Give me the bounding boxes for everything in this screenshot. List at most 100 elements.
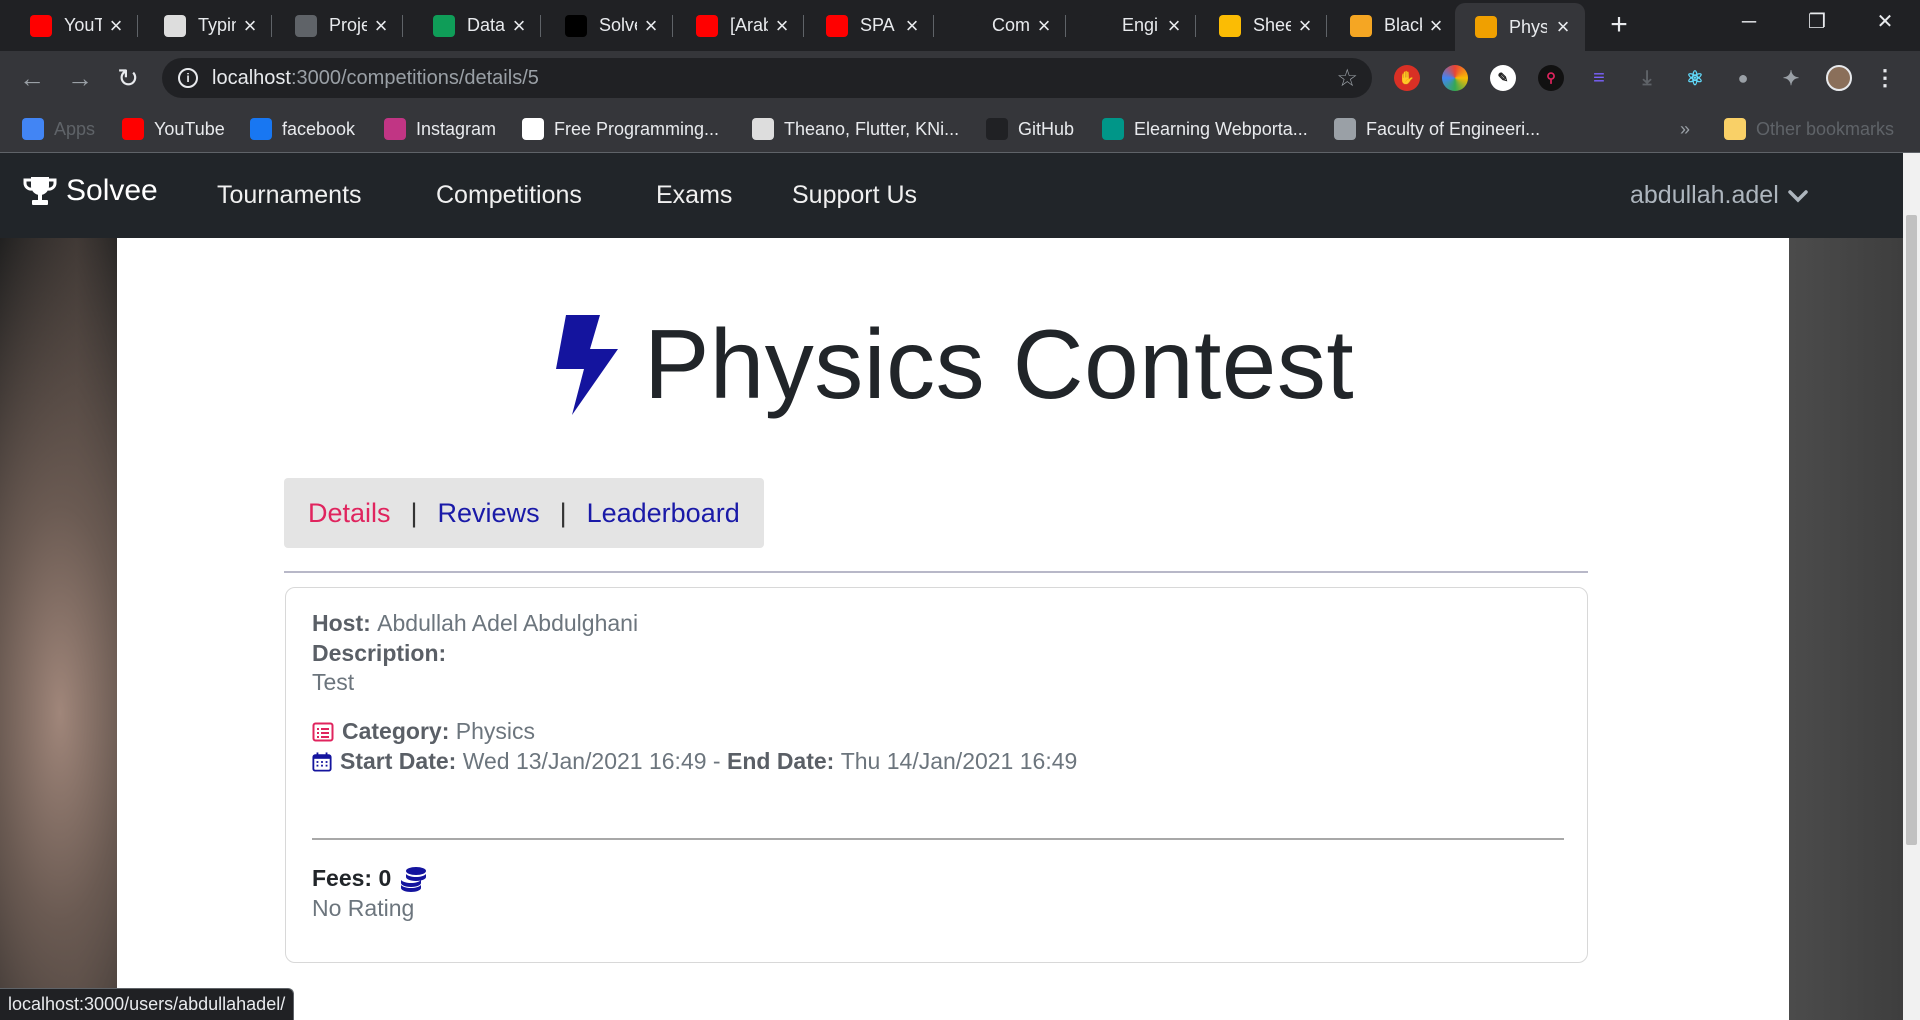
- tab-title: Solve: [599, 15, 637, 35]
- url-text[interactable]: localhost:3000/competitions/details/5: [212, 67, 539, 90]
- user-menu-dropdown[interactable]: abdullah.adel: [1630, 181, 1809, 210]
- browser-tab[interactable]: Com ×: [938, 6, 1066, 45]
- close-window-button[interactable]: ✕: [1850, 0, 1920, 44]
- site-info-icon[interactable]: i: [178, 68, 198, 88]
- adblock-extension-icon[interactable]: ✋: [1394, 65, 1420, 91]
- bookmark-item[interactable]: GitHub: [986, 117, 1074, 141]
- extensions-puzzle-icon[interactable]: ✦: [1778, 65, 1804, 91]
- nav-exams[interactable]: Exams: [656, 181, 732, 210]
- forward-icon[interactable]: →: [64, 62, 96, 94]
- restore-button[interactable]: ❐: [1782, 0, 1852, 44]
- details-card: Host: Abdullah Adel Abdulghani Descripti…: [285, 587, 1588, 963]
- tab-close-icon[interactable]: ×: [238, 13, 262, 38]
- minimize-button[interactable]: ─: [1714, 0, 1784, 44]
- mouse-extension-icon[interactable]: ●: [1730, 65, 1756, 91]
- profile-avatar[interactable]: [1826, 65, 1852, 91]
- tab-close-icon[interactable]: ×: [1551, 15, 1575, 39]
- end-date-label: End Date:: [726, 748, 835, 774]
- host-label: Host:: [312, 610, 371, 636]
- tab-close-icon[interactable]: ×: [639, 13, 663, 38]
- tab-leaderboard[interactable]: Leaderboard: [587, 498, 740, 529]
- tab-title: [Arabic: [730, 15, 768, 35]
- bookmark-label: Theano, Flutter, KNi...: [784, 118, 960, 139]
- nav-tournaments[interactable]: Tournaments: [217, 181, 362, 210]
- page-title: Physics Contest: [643, 309, 1355, 419]
- color-picker-extension-icon[interactable]: [1442, 65, 1468, 91]
- browser-tab[interactable]: Phys ×: [1455, 3, 1585, 51]
- tab-close-icon[interactable]: ×: [507, 13, 531, 38]
- bookmark-item[interactable]: Free Programming...: [522, 117, 719, 141]
- reload-icon[interactable]: ↻: [112, 62, 144, 94]
- menu-extension-icon[interactable]: ≡: [1586, 65, 1612, 91]
- brand-link[interactable]: Solvee: [22, 173, 158, 209]
- tab-close-icon[interactable]: ×: [104, 13, 128, 38]
- page-heading: Physics Contest: [117, 308, 1789, 421]
- tab-close-icon[interactable]: ×: [900, 13, 924, 38]
- github-icon: [958, 14, 980, 37]
- rating-value: No Rating: [312, 895, 415, 921]
- tab-details[interactable]: Details: [308, 498, 391, 529]
- bookmark-item[interactable]: Elearning Webporta...: [1102, 117, 1308, 141]
- bookmark-item[interactable]: Faculty of Engineeri...: [1334, 117, 1540, 141]
- bookmark-star-icon[interactable]: ☆: [1336, 64, 1358, 93]
- tab-close-icon[interactable]: ×: [369, 13, 393, 38]
- folder-icon: [1724, 118, 1746, 140]
- tab-title: SPA: [860, 15, 895, 35]
- notepad-icon: [1350, 14, 1372, 37]
- facebook-icon: [250, 118, 272, 140]
- other-bookmarks[interactable]: Other bookmarks: [1724, 117, 1894, 141]
- browser-tab[interactable]: Engi ×: [1068, 6, 1196, 45]
- classroom-icon: [295, 14, 317, 37]
- browser-tab[interactable]: Project×: [275, 6, 403, 45]
- browser-tab[interactable]: Solve×: [545, 6, 673, 45]
- tab-reviews[interactable]: Reviews: [438, 498, 540, 529]
- search-extension-icon[interactable]: ⚲: [1538, 65, 1564, 91]
- fees-label: Fees:: [312, 865, 373, 891]
- theano-icon: [752, 118, 774, 140]
- bookmarks-overflow-button[interactable]: »: [1680, 117, 1690, 141]
- bookmark-item[interactable]: Theano, Flutter, KNi...: [752, 117, 959, 141]
- bookmark-item[interactable]: Apps: [22, 117, 95, 141]
- browser-tab[interactable]: Black×: [1330, 6, 1458, 45]
- tab-close-icon[interactable]: ×: [770, 13, 794, 38]
- bookmark-label: Faculty of Engineeri...: [1366, 118, 1541, 139]
- tab-title: Com: [992, 15, 1030, 35]
- browser-tab[interactable]: Shee ×: [1199, 6, 1327, 45]
- browser-tab[interactable]: YouTube×: [10, 6, 138, 45]
- browser-tab[interactable]: Data ×: [413, 6, 541, 45]
- bookmark-item[interactable]: YouTube: [122, 117, 225, 141]
- download-extension-icon[interactable]: ⤓: [1634, 65, 1660, 91]
- scrollbar-thumb[interactable]: [1906, 215, 1917, 845]
- tab-separator-line: [137, 15, 138, 37]
- nav-support-us[interactable]: Support Us: [792, 181, 917, 210]
- tab-title: Typing: [198, 15, 236, 35]
- tab-title: Engi: [1122, 15, 1159, 35]
- browser-tab[interactable]: [Arabic×: [676, 6, 804, 45]
- nav-competitions[interactable]: Competitions: [436, 181, 582, 210]
- react-devtools-icon[interactable]: ⚛: [1682, 65, 1708, 91]
- browser-tab[interactable]: Typing×: [144, 6, 272, 45]
- back-icon[interactable]: ←: [16, 62, 48, 94]
- description-value: Test: [312, 669, 355, 695]
- tab-close-icon[interactable]: ×: [1293, 13, 1317, 38]
- overflow-chevron: »: [1680, 118, 1691, 139]
- pen-extension-icon[interactable]: ✎: [1490, 65, 1516, 91]
- tab-close-icon[interactable]: ×: [1162, 13, 1186, 38]
- tab-close-icon[interactable]: ×: [1032, 13, 1056, 38]
- address-bar[interactable]: i localhost:3000/competitions/details/5 …: [162, 58, 1372, 98]
- browser-tab[interactable]: SPA ×: [806, 6, 934, 45]
- new-tab-button[interactable]: +: [1602, 8, 1636, 42]
- bookmark-item[interactable]: facebook: [250, 117, 355, 141]
- category-row: Category: Physics: [312, 718, 535, 745]
- brand-name: Solvee: [66, 174, 158, 207]
- lightning-bolt-icon: [555, 314, 618, 415]
- tab-title: Data: [467, 15, 505, 35]
- bookmark-item[interactable]: Instagram: [384, 117, 496, 141]
- username: abdullah.adel: [1630, 181, 1779, 209]
- page-scrollbar[interactable]: [1903, 153, 1920, 1020]
- tab-separator-line: [672, 15, 673, 37]
- tab-title: Shee: [1253, 15, 1291, 35]
- host-row: Host: Abdullah Adel Abdulghani: [312, 610, 638, 637]
- chrome-menu-icon[interactable]: ⋮: [1872, 65, 1898, 91]
- tab-close-icon[interactable]: ×: [1424, 13, 1448, 38]
